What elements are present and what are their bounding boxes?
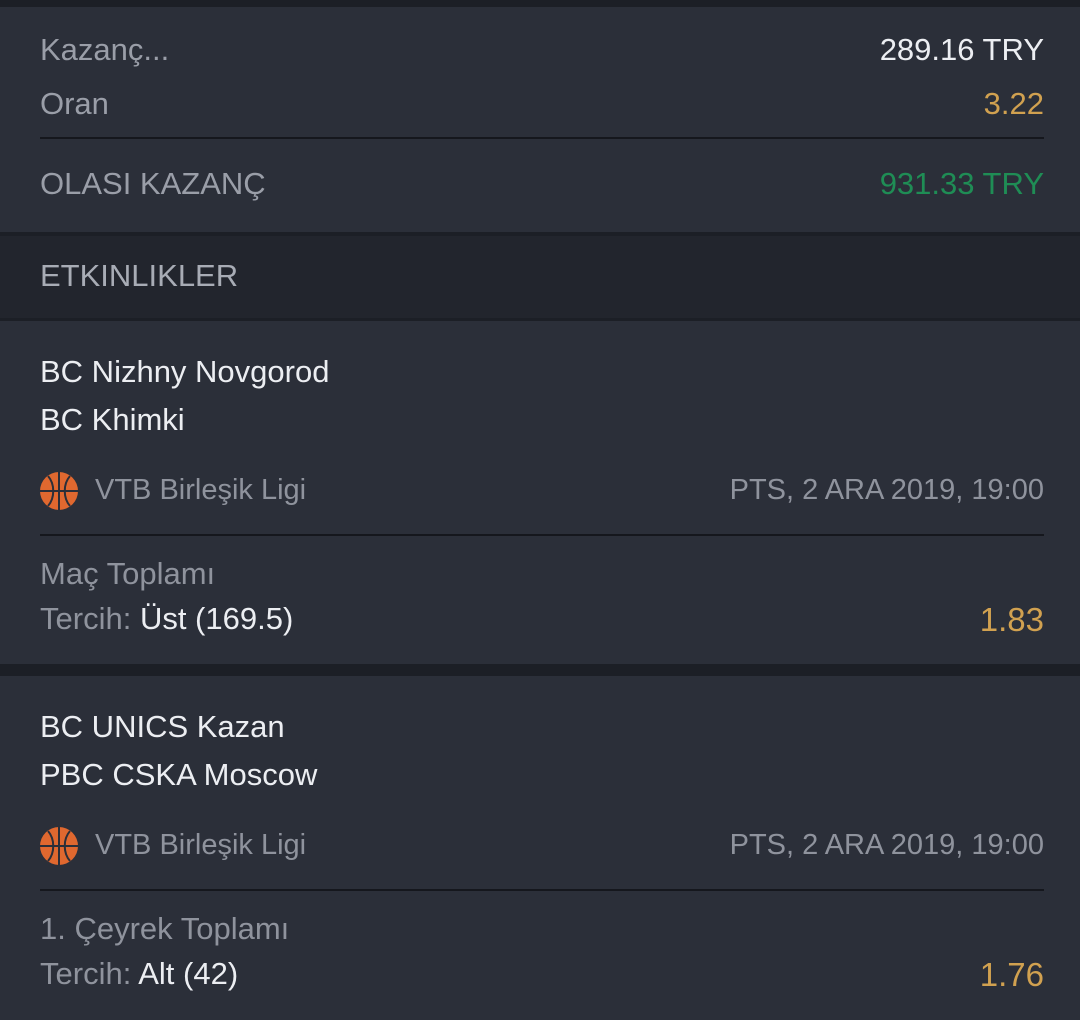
selection-label: Tercih:	[40, 601, 132, 636]
home-team: BC Nizhny Novgorod	[40, 354, 330, 389]
selection-label: Tercih:	[40, 956, 132, 991]
potential-win-value: 931.33 TRY	[879, 166, 1044, 201]
bet-summary-panel: Kazanç... 289.16 TRY Oran 3.22 OLASI KAZ…	[0, 0, 1080, 232]
selection: Tercih: Üst (169.5)	[40, 601, 293, 637]
away-team: BC Khimki	[40, 402, 185, 437]
total-odds-value: 3.22	[983, 86, 1044, 121]
event-datetime: PTS, 2 ARA 2019, 19:00	[729, 829, 1044, 861]
stake-label: Kazanç...	[40, 32, 170, 67]
summary-divider	[40, 137, 1044, 139]
basketball-icon	[40, 472, 78, 510]
selection: Tercih: Alt (42)	[40, 956, 238, 992]
selection-value: Alt (42)	[138, 956, 239, 991]
basketball-icon	[40, 827, 78, 865]
top-divider	[0, 0, 1080, 7]
league-name: VTB Birleşik Ligi	[95, 474, 307, 506]
selection-odds: 1.83	[979, 601, 1044, 638]
event-datetime: PTS, 2 ARA 2019, 19:00	[729, 474, 1044, 506]
event-card[interactable]: BC Nizhny Novgorod BC Khimki VTB Birleşi…	[0, 321, 1080, 664]
event-divider	[40, 889, 1044, 891]
odds-label: Oran	[40, 86, 109, 121]
market-name: 1. Çeyrek Toplamı	[40, 911, 290, 946]
event-divider	[40, 534, 1044, 536]
home-team: BC UNICS Kazan	[40, 709, 285, 744]
away-team: PBC CSKA Moscow	[40, 757, 318, 792]
potential-win-label: OLASI KAZANÇ	[40, 166, 266, 201]
stake-value[interactable]: 289.16 TRY	[880, 32, 1044, 68]
league-name: VTB Birleşik Ligi	[95, 829, 307, 861]
bet-slip: Kazanç... 289.16 TRY Oran 3.22 OLASI KAZ…	[0, 0, 1080, 1020]
events-section-header: ETKINLIKLER	[0, 236, 1080, 318]
selection-value: Üst (169.5)	[139, 601, 294, 636]
selection-odds: 1.76	[979, 956, 1044, 993]
market-name: Maç Toplamı	[40, 556, 216, 591]
event-card[interactable]: BC UNICS Kazan PBC CSKA Moscow VTB Birle…	[0, 676, 1080, 1020]
events-header-label: ETKINLIKLER	[40, 258, 239, 293]
